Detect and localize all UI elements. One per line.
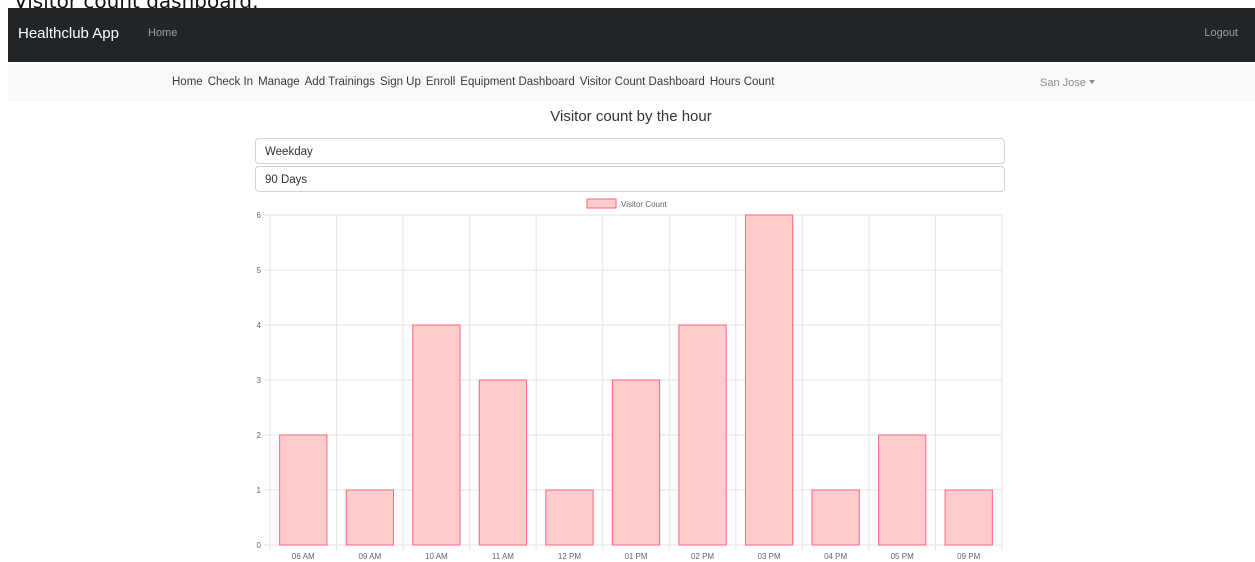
x-tick-label: 10 AM	[425, 552, 448, 561]
x-tick-label: 09 AM	[358, 552, 381, 561]
visitor-count-bar-chart: 0 1 2 3 4 5 6 06 AM 09 AM 10 AM 11 AM 12 PM 01 PM 02 …	[257, 198, 1003, 561]
bar	[744, 214, 794, 546]
bar	[944, 489, 993, 546]
y-tick-label: 2	[257, 431, 262, 440]
y-tick-label: 3	[257, 376, 262, 385]
x-tick-label: 12 PM	[558, 552, 581, 561]
bar	[811, 489, 860, 546]
bar	[545, 489, 594, 546]
x-tick-label: 02 PM	[691, 552, 714, 561]
bar	[279, 434, 328, 546]
bar	[678, 324, 727, 546]
y-tick-label: 0	[257, 541, 262, 550]
bar	[611, 379, 661, 546]
bar	[412, 324, 461, 546]
x-tick-label: 06 AM	[292, 552, 315, 561]
y-tick-label: 6	[257, 211, 262, 220]
y-tick-label: 1	[257, 486, 262, 495]
x-tick-label: 03 PM	[758, 552, 781, 561]
x-tick-label: 05 PM	[891, 552, 914, 561]
x-tick-label: 09 PM	[957, 552, 980, 561]
bar	[878, 434, 927, 546]
bar	[478, 379, 528, 546]
legend-label: Visitor Count	[621, 200, 667, 209]
y-tick-label: 4	[257, 321, 262, 330]
legend-swatch	[586, 198, 617, 209]
x-tick-label: 01 PM	[624, 552, 647, 561]
x-tick-label: 04 PM	[824, 552, 847, 561]
bar	[345, 489, 394, 546]
x-tick-label: 11 AM	[492, 552, 514, 561]
y-tick-label: 5	[257, 266, 262, 275]
